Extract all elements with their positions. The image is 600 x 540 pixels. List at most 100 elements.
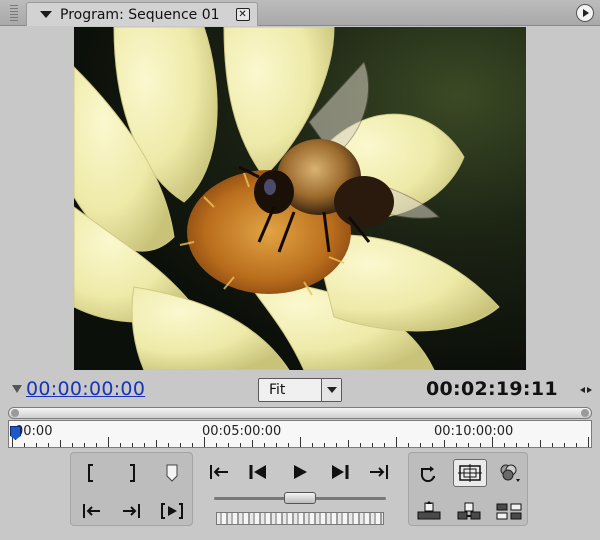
ruler-tick (240, 443, 241, 447)
go-to-in-icon (83, 504, 100, 518)
zoom-dropdown-button[interactable] (321, 379, 341, 401)
collapse-triangle-icon[interactable] (12, 385, 22, 393)
tab-close-button[interactable]: ✕ (235, 8, 250, 21)
step-back-button[interactable] (244, 460, 272, 484)
lift-button[interactable] (415, 499, 443, 523)
ruler-tick (456, 443, 457, 447)
ruler-tick (372, 443, 373, 447)
jog-disk[interactable] (216, 512, 384, 525)
ruler-tick (504, 443, 505, 447)
ruler-tick (72, 443, 73, 447)
ruler-tick (252, 440, 253, 447)
ruler-tick (312, 443, 313, 447)
shuttle-slider[interactable] (214, 492, 386, 504)
step-to-in-button[interactable] (206, 460, 234, 484)
ruler-zoom-scrollbar[interactable] (8, 407, 592, 419)
playhead-icon (10, 426, 21, 440)
mark-out-button[interactable] (118, 461, 146, 485)
mark-in-icon (88, 464, 93, 482)
ruler-tick (84, 443, 85, 447)
sequence-duration: 00:02:19:11 (426, 378, 558, 400)
tab-program-sequence[interactable]: Program: Sequence 01 ✕ (26, 2, 258, 26)
ruler-label-10min: 00:10:00:00 (434, 424, 514, 439)
go-to-out-button[interactable] (118, 499, 146, 523)
ruler-tick (432, 443, 433, 447)
time-ruler: 00:00 00:05:00:00 00:10:00:00 (8, 407, 592, 449)
panel-grip-icon[interactable] (10, 5, 18, 21)
ruler-tick (528, 443, 529, 447)
set-marker-icon (166, 464, 178, 482)
ruler-tick (384, 443, 385, 447)
play-icon (294, 465, 307, 479)
ruler-tick (324, 443, 325, 447)
transport-controls (0, 452, 600, 540)
loop-button[interactable] (415, 461, 443, 485)
panel-menu-icon (583, 9, 589, 17)
chevron-down-icon (327, 387, 337, 393)
ruler-track[interactable]: 00:00 00:05:00:00 00:10:00:00 (8, 420, 592, 448)
zoom-level-select[interactable]: Fit (258, 378, 342, 402)
timecode-row: 00:00:00:00 Fit 00:02:19:11 (0, 374, 600, 406)
ruler-tick (156, 440, 157, 447)
program-monitor-viewer[interactable] (0, 27, 600, 370)
ruler-tick (516, 443, 517, 447)
ruler-tick (36, 443, 37, 447)
ruler-tick (408, 443, 409, 447)
ruler-tick (228, 443, 229, 447)
ruler-tick (204, 437, 205, 447)
ruler-tick (120, 443, 121, 447)
mark-in-button[interactable] (77, 461, 105, 485)
shuttle-knob[interactable] (284, 492, 316, 504)
playhead[interactable] (10, 426, 21, 448)
safe-margins-icon (458, 464, 482, 482)
ruler-tick (288, 443, 289, 447)
panel-menu-button[interactable] (576, 4, 594, 22)
mark-out-icon (130, 464, 135, 482)
ruler-tick (336, 443, 337, 447)
ruler-tick (420, 443, 421, 447)
set-marker-button[interactable] (158, 461, 186, 485)
step-to-out-button[interactable] (364, 460, 392, 484)
play-in-to-out-button[interactable] (158, 499, 186, 523)
step-to-in-icon (210, 465, 228, 479)
zoom-level-value: Fit (269, 382, 286, 398)
output-button[interactable] (495, 461, 523, 485)
panel-title-bar: Program: Sequence 01 ✕ (0, 0, 600, 26)
ruler-tick (348, 440, 349, 447)
go-to-out-icon (123, 504, 140, 518)
play-button[interactable] (286, 460, 314, 484)
ruler-tick (180, 443, 181, 447)
ruler-tick (576, 443, 577, 447)
tab-menu-triangle-icon[interactable] (40, 11, 52, 18)
ruler-tick (24, 443, 25, 447)
video-frame-image (74, 27, 500, 370)
ruler-tick (468, 443, 469, 447)
ruler-tick (480, 443, 481, 447)
ruler-tick (192, 443, 193, 447)
ruler-tick (396, 437, 397, 447)
ruler-tick (276, 443, 277, 447)
tab-title: Program: Sequence 01 (60, 6, 220, 23)
ruler-tick (492, 437, 493, 447)
ruler-tick (132, 443, 133, 447)
current-timecode[interactable]: 00:00:00:00 (26, 378, 145, 400)
step-forward-button[interactable] (326, 460, 354, 484)
ruler-tick (552, 443, 553, 447)
go-to-in-button[interactable] (77, 499, 105, 523)
safe-margins-button[interactable] (453, 459, 487, 487)
ruler-tick (144, 443, 145, 447)
ruler-tick (60, 440, 61, 447)
ruler-tick (540, 440, 541, 447)
trim-button[interactable] (495, 499, 523, 523)
tools-group (408, 452, 528, 526)
ruler-tick (444, 440, 445, 447)
ruler-tick (48, 443, 49, 447)
step-forward-icon (332, 465, 349, 479)
trim-icon (496, 503, 522, 520)
video-frame (74, 27, 526, 370)
extract-button[interactable] (455, 499, 483, 523)
lift-icon (417, 501, 441, 520)
expand-toggle-icon[interactable] (580, 383, 592, 397)
step-back-icon (249, 465, 266, 479)
loop-icon (420, 466, 435, 482)
